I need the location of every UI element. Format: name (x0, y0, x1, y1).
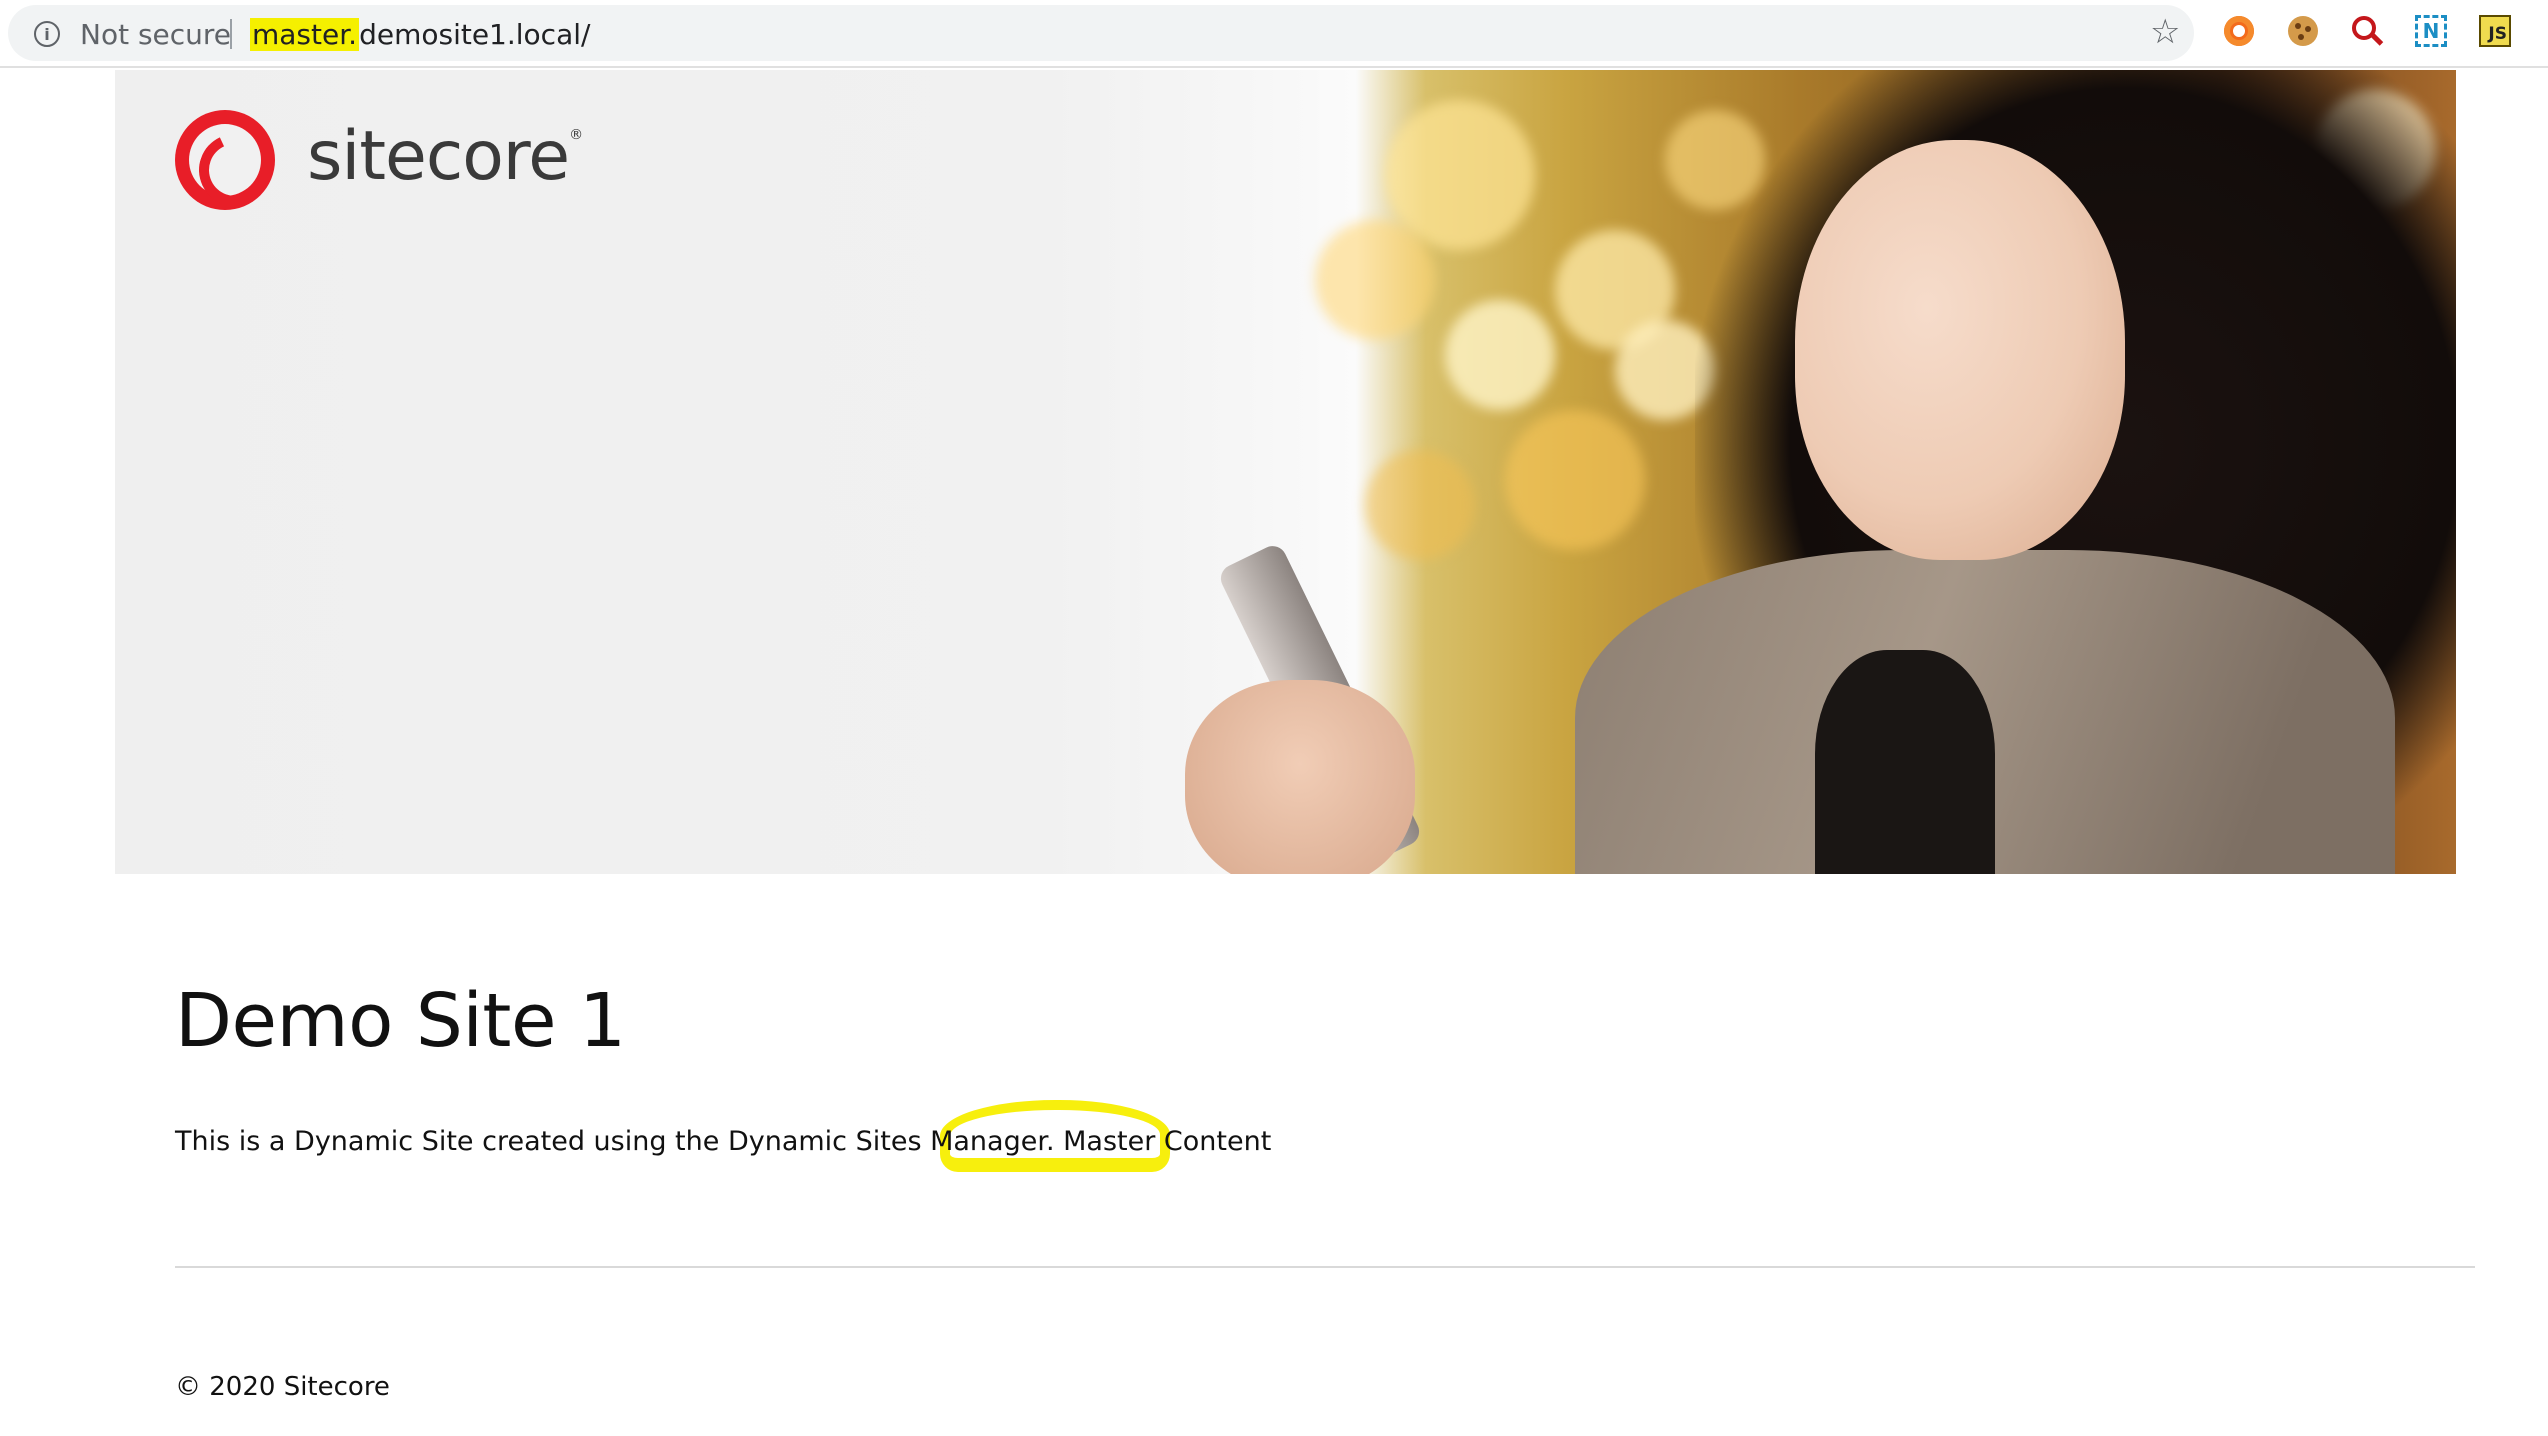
footer-copyright: © 2020 Sitecore (175, 1372, 390, 1402)
divider (175, 1266, 2475, 1268)
security-label[interactable]: Not secure (80, 18, 231, 51)
red-search-extension-icon[interactable] (2350, 14, 2384, 48)
woman-top (1815, 650, 1995, 874)
address-separator (230, 19, 232, 49)
cookie-extension-icon[interactable] (2286, 14, 2320, 48)
js-extension-icon[interactable]: JS (2478, 14, 2512, 48)
body-text: This is a Dynamic Site created using the… (175, 1126, 1272, 1157)
logo-wordmark: sitecore® (307, 116, 583, 196)
sitecore-logo-icon (175, 110, 275, 210)
address-bar[interactable]: i Not secure master.demosite1.local/ ☆ (8, 5, 2194, 61)
browser-toolbar: i Not secure master.demosite1.local/ ☆ N… (0, 0, 2548, 68)
url-text[interactable]: master.demosite1.local/ (250, 18, 590, 51)
star-icon[interactable]: ☆ (2150, 15, 2180, 49)
hero-banner: sitecore® (115, 70, 2456, 874)
hand-image (1185, 680, 1415, 874)
info-icon[interactable]: i (34, 21, 60, 47)
woman-face (1795, 140, 2125, 560)
n-extension-icon[interactable]: N (2414, 14, 2448, 48)
url-rest: demosite1.local/ (359, 18, 591, 51)
url-highlight: master. (250, 18, 360, 51)
page-title: Demo Site 1 (175, 978, 626, 1064)
sitecore-logo[interactable]: sitecore® (175, 110, 583, 210)
orange-extension-icon[interactable] (2222, 14, 2256, 48)
